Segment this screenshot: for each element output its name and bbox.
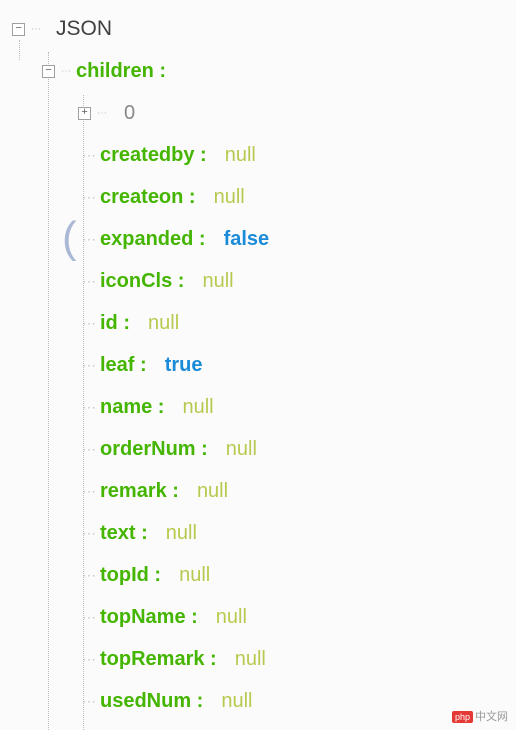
tree-node-property[interactable]: ⋯createdby : null <box>12 134 504 176</box>
array-index: 0 <box>124 102 135 125</box>
tree-node-property[interactable]: ⋯topId : null <box>12 554 504 596</box>
tree-connector: ⋯ <box>78 525 100 542</box>
property-key: topId : <box>100 564 161 587</box>
expand-icon[interactable]: + <box>78 107 91 120</box>
property-value: null <box>216 606 247 629</box>
property-key: name : <box>100 396 164 419</box>
collapse-icon[interactable]: − <box>42 65 55 78</box>
tree-node-children[interactable]: − ⋯ children : <box>12 50 504 92</box>
tree-connector: ⋯ <box>78 693 100 710</box>
property-key: id : <box>100 312 130 335</box>
tree-connector: ⋯ <box>78 609 100 626</box>
property-key: text : <box>100 522 148 545</box>
tree-connector: ⋯ <box>31 24 40 35</box>
property-value: null <box>182 396 213 419</box>
tree-node-property[interactable]: ⋯usedNum : null <box>12 680 504 722</box>
tree-connector: ⋯ <box>78 189 100 206</box>
property-key: createdby : <box>100 144 207 167</box>
property-value: null <box>148 312 179 335</box>
property-value: null <box>225 144 256 167</box>
tree-node-property[interactable]: ⋯createon : null <box>12 176 504 218</box>
tree-connector: ⋯ <box>78 651 100 668</box>
property-key: expanded : <box>100 228 206 251</box>
collapse-icon[interactable]: − <box>12 23 25 36</box>
tree-connector: ⋯ <box>78 357 100 374</box>
watermark: php中文网 <box>452 708 508 724</box>
tree-connector: ⋯ <box>78 273 100 290</box>
tree-root-node[interactable]: − ⋯ JSON <box>12 8 504 50</box>
tree-node-property[interactable]: ⋯remark : null <box>12 470 504 512</box>
property-value: null <box>226 438 257 461</box>
tree-node-property[interactable]: ⋯iconCls : null <box>12 260 504 302</box>
property-value: true <box>165 354 203 377</box>
property-value: null <box>202 270 233 293</box>
tree-connector: ⋯ <box>78 441 100 458</box>
tree-connector: ⋯ <box>78 315 100 332</box>
tree-connector: ⋯ <box>78 483 100 500</box>
tree-connector: ⋯ <box>78 399 100 416</box>
property-value: null <box>214 186 245 209</box>
tree-node-property[interactable]: ⋯topName : null <box>12 596 504 638</box>
tree-connector: ⋯ <box>61 66 70 77</box>
property-key: children : <box>76 60 166 83</box>
property-key: iconCls : <box>100 270 184 293</box>
tree-connector: ⋯ <box>78 567 100 584</box>
tree-connector: ⋯ <box>97 108 106 119</box>
property-key: leaf : <box>100 354 147 377</box>
property-key: createon : <box>100 186 196 209</box>
property-value: null <box>179 564 210 587</box>
property-key: usedNum : <box>100 690 203 713</box>
tree-node-property[interactable]: ⋯orderNum : null <box>12 428 504 470</box>
property-value: null <box>221 690 252 713</box>
tree-node-property[interactable]: ⋯name : null <box>12 386 504 428</box>
tree-connector: ⋯ <box>78 231 100 248</box>
tree-node-child-0[interactable]: + ⋯ 0 <box>12 92 504 134</box>
root-label: JSON <box>56 17 112 41</box>
tree-node-property[interactable]: ⋯id : null <box>12 302 504 344</box>
property-value: false <box>224 228 270 251</box>
tree-node-property[interactable]: (⋯expanded : false <box>12 218 504 260</box>
property-value: null <box>166 522 197 545</box>
tree-connector: ⋯ <box>78 147 100 164</box>
property-value: null <box>197 480 228 503</box>
property-key: topName : <box>100 606 198 629</box>
property-value: null <box>235 648 266 671</box>
highlight-bracket: ( <box>62 216 77 260</box>
tree-node-property[interactable]: ⋯topRemark : null <box>12 638 504 680</box>
property-key: remark : <box>100 480 179 503</box>
property-key: orderNum : <box>100 438 208 461</box>
tree-node-property[interactable]: ⋯leaf : true <box>12 344 504 386</box>
property-key: topRemark : <box>100 648 217 671</box>
tree-node-property[interactable]: ⋯text : null <box>12 512 504 554</box>
